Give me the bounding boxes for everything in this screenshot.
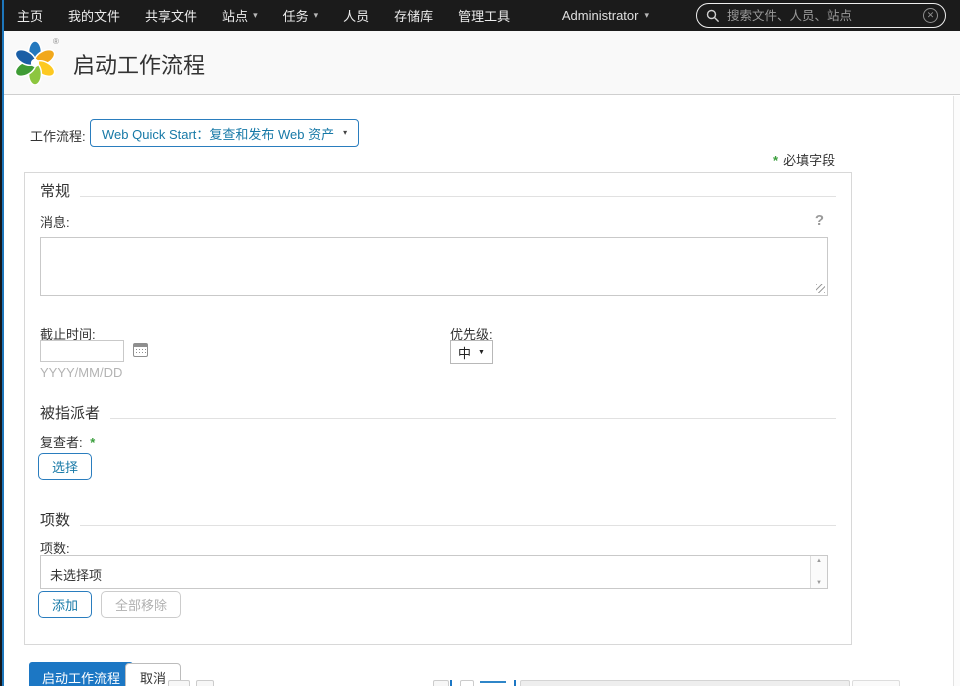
scroll-down-icon[interactable]: ▼ (816, 580, 822, 586)
alfresco-logo-icon (14, 41, 56, 85)
page-header: ® 启动工作流程 (0, 31, 960, 95)
search-icon (706, 9, 720, 22)
section-general: 常规 (40, 180, 836, 201)
help-icon[interactable]: ? (815, 212, 824, 231)
nav-item-admin-tools[interactable]: 管理工具 (458, 6, 510, 25)
user-menu-label: Administrator (561, 8, 639, 23)
nav-item-home[interactable]: 主页 (17, 6, 43, 25)
items-list-box: 未选择项 ▲ ▼ (40, 555, 828, 589)
footer-fragment (514, 680, 516, 686)
calendar-icon[interactable] (133, 343, 148, 357)
items-scrollbar[interactable]: ▲ ▼ (810, 556, 827, 588)
footer-fragment (520, 680, 850, 686)
clipped-footer (0, 678, 960, 686)
select-reviewer-button[interactable]: 选择 (38, 453, 93, 480)
global-search: ✕ (696, 3, 946, 28)
message-row: 消息: ? (40, 212, 824, 231)
date-format-hint: YYYY/MM/DD (40, 365, 123, 380)
due-date-input[interactable] (40, 340, 124, 362)
page-title: 启动工作流程 (73, 53, 206, 78)
nav-item-people[interactable]: 人员 (343, 6, 369, 25)
workflow-form-panel: 常规 消息: ? 截止时间: YYYY/MM/DD 优先级: 中 ▼ 被指派者 … (24, 172, 852, 645)
nav-item-repository[interactable]: 存储库 (394, 6, 433, 25)
registered-mark: ® (53, 37, 59, 46)
section-items-title: 项数 (40, 512, 71, 529)
nav-item-shared-files[interactable]: 共享文件 (145, 6, 197, 25)
message-label: 消息: (40, 215, 70, 230)
footer-fragment (460, 680, 474, 686)
required-star: * (773, 153, 779, 168)
reviewer-label: 复查者: (40, 435, 83, 450)
caret-down-icon: ▾ (644, 10, 649, 20)
priority-value: 中 (458, 345, 472, 361)
items-empty-text: 未选择项 (50, 568, 103, 583)
remove-all-items-button[interactable]: 全部移除 (101, 591, 182, 618)
caret-down-icon: ▾ (253, 10, 258, 20)
section-assignees-title: 被指派者 (40, 405, 101, 422)
resize-grip-icon[interactable] (816, 284, 825, 293)
start-workflow-page: 主页 我的文件 共享文件 站点 ▾ 任务 ▾ 人员 存储库 管理工具 Adminis… (0, 0, 960, 686)
reviewer-label-row: 复查者: * (40, 432, 100, 451)
workflow-dropdown[interactable]: Web Quick Start：复查和发布 Web 资产 ▾ (90, 119, 360, 147)
caret-down-icon: ▾ (313, 10, 319, 20)
required-fields-note: * 必填字段 (773, 153, 836, 168)
caret-down-icon: ▾ (343, 128, 348, 137)
clear-search-icon[interactable]: ✕ (923, 8, 938, 23)
section-assignees: 被指派者 (40, 402, 836, 423)
footer-fragment (852, 680, 900, 686)
scroll-up-icon[interactable]: ▲ (816, 558, 822, 564)
search-input[interactable] (727, 8, 923, 23)
page-scrollbar[interactable] (953, 96, 960, 686)
section-general-title: 常规 (40, 183, 71, 200)
items-actions: 添加 全部移除 (38, 591, 182, 618)
footer-fragment (168, 680, 190, 686)
nav-item-my-files[interactable]: 我的文件 (68, 6, 120, 25)
priority-select[interactable]: 中 ▼ (450, 340, 493, 364)
nav-item-sites[interactable]: 站点 ▾ (222, 6, 258, 25)
nav-item-tasks[interactable]: 任务 ▾ (283, 6, 319, 25)
window-accent-edge (2, 0, 4, 686)
top-nav: 主页 我的文件 共享文件 站点 ▾ 任务 ▾ 人员 存储库 管理工具 Adminis… (0, 0, 960, 31)
add-items-button[interactable]: 添加 (38, 591, 93, 618)
section-items: 项数 (40, 509, 836, 530)
user-menu[interactable]: Administrator ▾ (562, 8, 649, 23)
footer-fragment (196, 680, 214, 686)
caret-down-icon: ▼ (478, 348, 485, 356)
required-star: * (90, 435, 96, 450)
footer-fragment (433, 680, 449, 686)
footer-fragment (450, 680, 452, 686)
footer-clipped-link (480, 681, 506, 686)
workflow-selected-value: Web Quick Start：复查和发布 Web 资产 (102, 126, 335, 142)
message-textarea[interactable] (40, 237, 828, 296)
workflow-label: 工作流程: (30, 129, 86, 144)
